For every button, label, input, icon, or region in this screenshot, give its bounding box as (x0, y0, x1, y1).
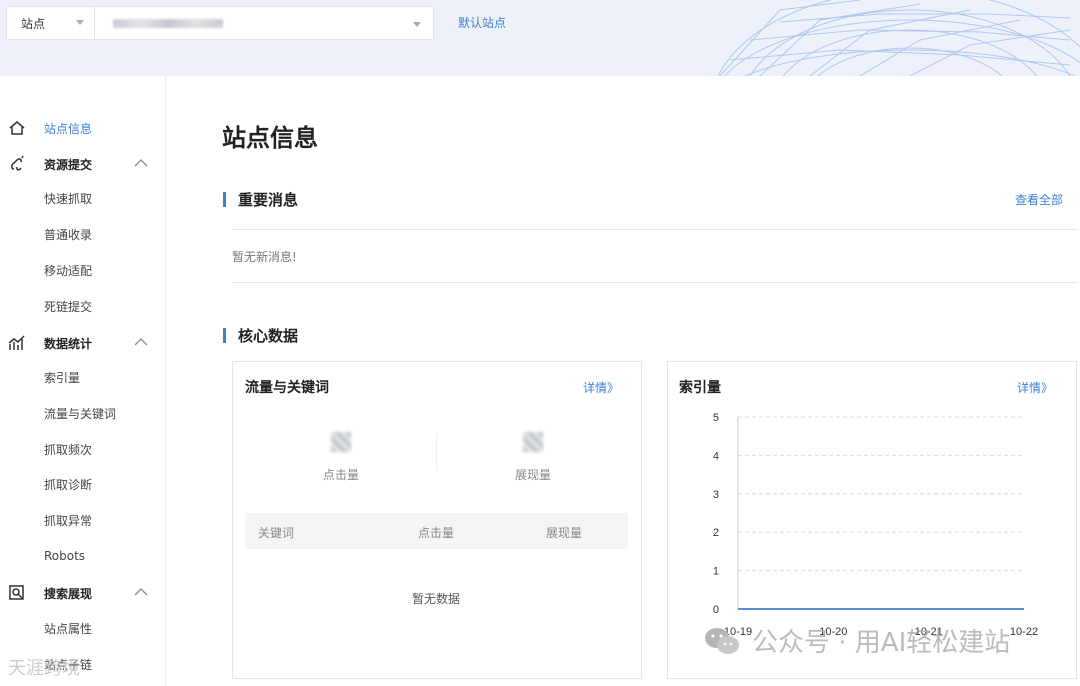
sidebar-item-label: 资源提交 (44, 157, 93, 172)
clicks-metric: 点击量 (281, 432, 401, 483)
site-url-redacted (113, 18, 223, 28)
keyword-table-header: 关键词 点击量 展现量 (245, 513, 628, 549)
sidebar-item-index-volume[interactable]: 索引量 (0, 365, 166, 389)
sidebar-item-label: 索引量 (44, 370, 81, 385)
sidebar-item-label: 站点信息 (44, 121, 93, 136)
column-header: 展现量 (546, 526, 583, 540)
chevron-up-icon (134, 159, 148, 167)
no-news-text: 暂无新消息! (232, 250, 297, 264)
default-site-link[interactable]: 默认站点 (458, 14, 506, 31)
no-data-text: 暂无数据 (412, 592, 461, 606)
sidebar-item-normal-index[interactable]: 普通收录 (0, 222, 166, 246)
metric-divider (436, 434, 437, 470)
metric-label: 点击量 (322, 468, 359, 482)
sidebar-item-robots[interactable]: Robots (0, 544, 166, 568)
sidebar-item-label: 抓取诊断 (44, 477, 93, 492)
impressions-metric: 展现量 (473, 432, 593, 483)
metric-label: 展现量 (514, 468, 551, 482)
top-bar: 站点 默认站点 (0, 0, 1080, 76)
traffic-detail-link[interactable]: 详情》 (583, 379, 619, 396)
home-icon (9, 121, 25, 135)
sidebar-item-site-attributes[interactable]: 站点属性 (0, 616, 166, 640)
sidebar-item-crawl-frequency[interactable]: 抓取频次 (0, 437, 166, 461)
page-title: 站点信息 (222, 124, 318, 152)
sidebar-group-search-display[interactable]: 搜索展现 (0, 581, 166, 605)
chevron-up-icon (134, 338, 148, 346)
sidebar-item-quick-crawl[interactable]: 快速抓取 (0, 186, 166, 210)
sidebar-item-label: 抓取频次 (44, 442, 93, 457)
watermark-right: 公众号 · 用AI轻松建站 (752, 628, 1011, 658)
y-tick-label: 3 (713, 489, 719, 501)
chevron-up-icon (134, 588, 148, 596)
sidebar-item-dead-link[interactable]: 死链提交 (0, 294, 166, 318)
site-type-label: 站点 (21, 16, 46, 31)
traffic-card-title: 流量与关键词 (245, 380, 329, 396)
sidebar-group-resource-submit[interactable]: 资源提交 (0, 152, 166, 176)
y-tick-label: 4 (713, 450, 719, 462)
sidebar-item-label: 死链提交 (44, 299, 93, 314)
y-tick-label: 0 (713, 604, 719, 616)
impressions-value-redacted (523, 432, 543, 452)
sidebar-item-site-info[interactable]: 站点信息 (0, 116, 166, 140)
watermark-left: 天涯跨境 (8, 658, 80, 679)
sidebar-item-crawl-errors[interactable]: 抓取异常 (0, 508, 166, 532)
wechat-icon (705, 628, 739, 654)
section-accent-bar (223, 328, 226, 343)
link-icon (11, 155, 24, 171)
sidebar-item-label: 普通收录 (44, 227, 93, 242)
sidebar-item-traffic-keywords[interactable]: 流量与关键词 (0, 401, 166, 425)
sidebar-item-label: 数据统计 (44, 336, 93, 351)
site-url-select[interactable] (94, 6, 434, 40)
search-display-icon (9, 585, 24, 600)
chevron-down-icon (76, 20, 84, 25)
y-tick-label: 1 (713, 566, 719, 578)
core-data-section-title: 核心数据 (238, 327, 299, 345)
section-accent-bar (223, 192, 226, 207)
column-header: 关键词 (258, 526, 295, 540)
sidebar-item-label: 抓取异常 (44, 513, 93, 528)
divider (232, 229, 1078, 230)
stats-chart-icon (8, 335, 25, 350)
index-card-title: 索引量 (679, 380, 721, 396)
globe-decoration (717, 0, 1080, 76)
sidebar-item-label: 搜索展现 (44, 586, 93, 601)
sidebar-item-mobile-adapt[interactable]: 移动适配 (0, 258, 166, 282)
chevron-down-icon (413, 22, 421, 27)
news-section-title: 重要消息 (238, 191, 299, 209)
sidebar-item-label: 流量与关键词 (44, 406, 117, 421)
y-tick-label: 2 (713, 527, 719, 539)
view-all-link[interactable]: 查看全部 (1015, 191, 1063, 208)
sidebar-item-label: 快速抓取 (44, 191, 93, 206)
x-tick-label: 10-22 (1010, 626, 1038, 638)
column-header: 点击量 (418, 526, 455, 540)
sidebar-item-label: Robots (44, 549, 86, 563)
index-detail-link[interactable]: 详情》 (1017, 379, 1053, 396)
divider (232, 282, 1078, 283)
y-tick-label: 5 (713, 412, 719, 424)
sidebar-item-crawl-diagnosis[interactable]: 抓取诊断 (0, 472, 166, 496)
sidebar-item-label: 站点属性 (44, 621, 93, 636)
site-type-select[interactable]: 站点 (6, 6, 94, 40)
sidebar: 站点信息 资源提交 快速抓取 普通收录 移动适配 死链提交 数据统计 索引量 流… (0, 76, 166, 686)
sidebar-item-label: 移动适配 (44, 263, 93, 278)
sidebar-group-data-stats[interactable]: 数据统计 (0, 331, 166, 355)
clicks-value-redacted (331, 432, 351, 452)
